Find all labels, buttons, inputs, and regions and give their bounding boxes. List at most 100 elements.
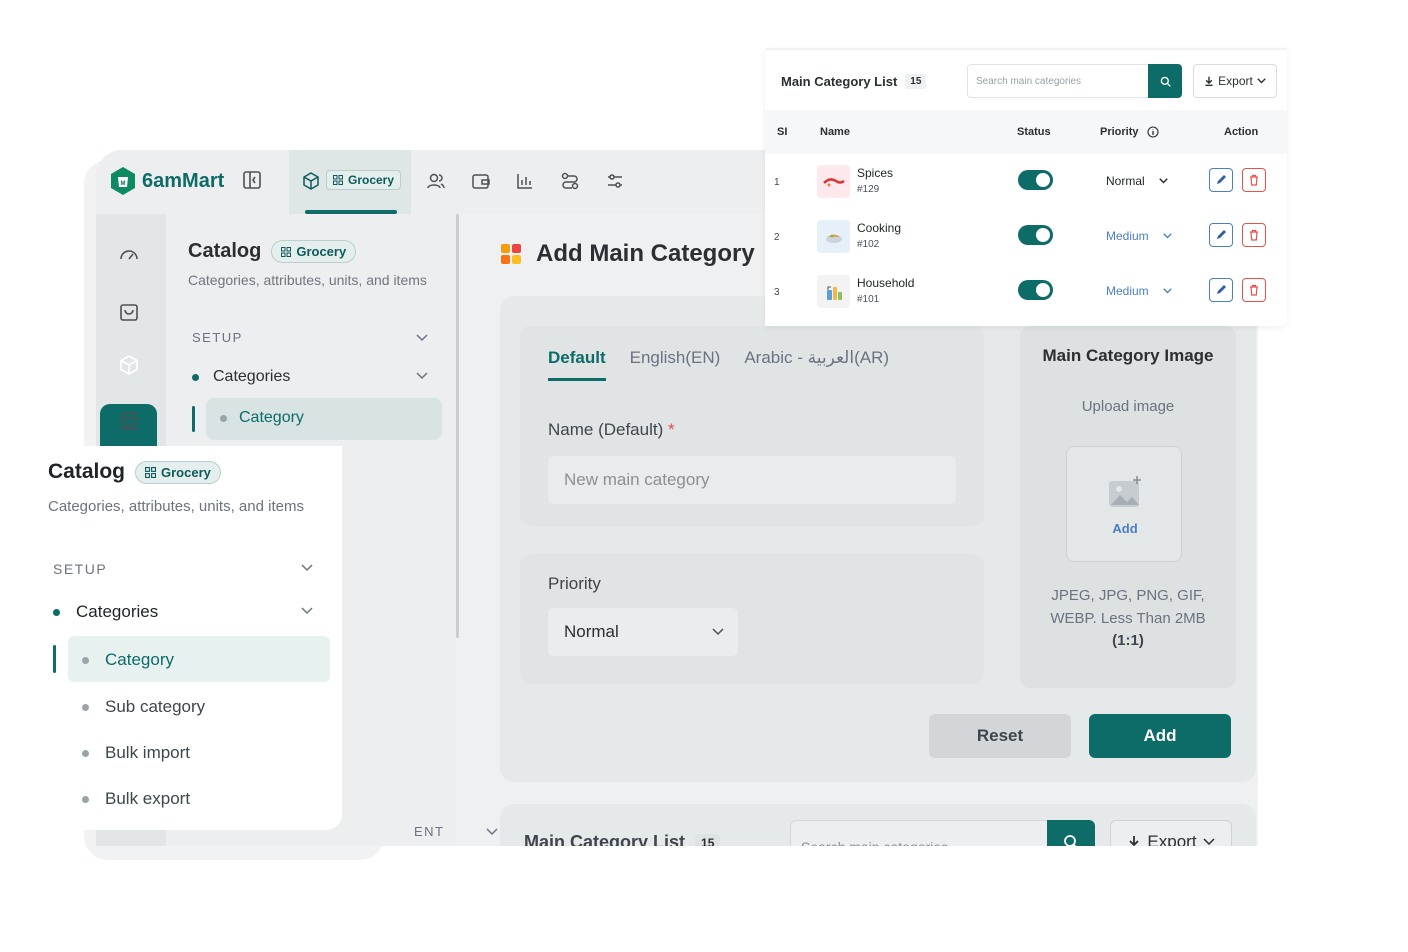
sidebar-scrollbar[interactable]	[456, 214, 459, 638]
active-indicator	[192, 406, 195, 432]
divider	[765, 48, 1287, 50]
name-input[interactable]	[548, 456, 956, 504]
name-label-text: Name (Default)	[548, 420, 664, 439]
bar-chart-icon[interactable]	[515, 171, 535, 191]
row-id: #101	[857, 294, 880, 305]
bullet-dot	[82, 795, 89, 803]
row-id: #102	[857, 239, 880, 250]
chevron-down-icon	[1257, 78, 1266, 84]
chevron-down-icon[interactable]	[416, 334, 428, 342]
fg-sidebar-item-label: Sub category	[105, 697, 206, 716]
module-chip[interactable]: Grocery	[326, 170, 402, 190]
sidebar-toggle-icon[interactable]	[242, 170, 262, 190]
status-toggle[interactable]	[1018, 170, 1053, 190]
image-upload-section: Main Category Image Upload image Add JPE…	[1020, 326, 1236, 688]
table-row: 1 Spices #129 Normal	[765, 155, 1287, 210]
svg-text:M: M	[121, 181, 126, 187]
chevron-down-icon	[1162, 233, 1172, 239]
bullet-dot	[53, 608, 60, 616]
edit-button[interactable]	[1209, 278, 1233, 302]
household-icon	[826, 286, 842, 300]
add-button[interactable]: Add	[1089, 714, 1231, 758]
fg-setup-section-label[interactable]: SETUP	[53, 561, 107, 577]
priority-dropdown[interactable]: Medium	[1106, 284, 1172, 298]
priority-select[interactable]: Normal	[548, 608, 738, 656]
tab-default[interactable]: Default	[548, 348, 606, 381]
image-upload-icon	[1109, 476, 1141, 507]
image-subtitle: Upload image	[1081, 398, 1175, 415]
status-toggle[interactable]	[1018, 225, 1053, 245]
row-name: Spices	[857, 166, 894, 180]
management-section-label[interactable]: ENT	[414, 824, 445, 839]
shopping-bag-icon[interactable]	[118, 300, 140, 322]
fg-sidebar-item-category[interactable]: Category	[82, 650, 174, 670]
fg-sidebar-item-bulk-import[interactable]: Bulk import	[82, 743, 190, 763]
fg-sidebar-group-categories[interactable]: Categories	[53, 602, 158, 622]
settings-sliders-icon[interactable]	[605, 171, 625, 191]
setup-section-label[interactable]: SETUP	[192, 330, 243, 345]
sidebar-chip-label: Grocery	[296, 244, 347, 259]
list-title-row: Main Category List 15	[524, 832, 721, 846]
store-icon[interactable]	[118, 410, 140, 432]
logo-icon: M	[111, 167, 135, 195]
priority-label: Priority	[548, 574, 601, 593]
delete-button[interactable]	[1242, 278, 1266, 302]
status-toggle[interactable]	[1018, 280, 1053, 300]
sidebar-title: Catalog	[188, 240, 262, 262]
delete-button[interactable]	[1242, 223, 1266, 247]
spices-icon	[822, 177, 845, 186]
wallet-icon[interactable]	[471, 171, 491, 191]
category-list-card-bg: Main Category List 15 Search main catego…	[500, 804, 1256, 846]
bullet-dot	[220, 414, 227, 422]
table-search-input[interactable]: Search main categories	[967, 64, 1149, 98]
edit-button[interactable]	[1209, 168, 1233, 192]
page-title: Add Main Category	[536, 240, 755, 267]
fg-sidebar-chip: Grocery	[135, 460, 221, 484]
active-indicator	[53, 645, 56, 673]
chevron-down-icon[interactable]	[416, 372, 428, 380]
priority-dropdown[interactable]: Medium	[1106, 229, 1172, 243]
logo-text: 6amMart	[142, 169, 225, 192]
priority-dropdown[interactable]: Normal	[1106, 174, 1168, 188]
fg-sidebar-item-bulk-export[interactable]: Bulk export	[82, 789, 190, 809]
priority-value: Normal	[1106, 174, 1145, 188]
upload-add-label: Add	[1112, 521, 1138, 536]
table-search-button[interactable]	[1148, 64, 1182, 98]
sidebar-chip: Grocery	[271, 240, 357, 263]
row-name: Household	[857, 276, 915, 290]
list-search-input[interactable]: Search main categories	[790, 820, 1048, 846]
delete-button[interactable]	[1242, 168, 1266, 192]
edit-button[interactable]	[1209, 223, 1233, 247]
chevron-down-icon	[1203, 838, 1215, 846]
fg-sidebar-item-sub-category[interactable]: Sub category	[82, 697, 205, 717]
info-icon[interactable]	[1146, 126, 1159, 138]
chevron-down-icon[interactable]	[301, 607, 313, 615]
fg-sidebar-item-label: Bulk export	[105, 789, 191, 808]
sidebar-group-categories[interactable]: Categories	[192, 368, 290, 386]
tab-arabic[interactable]: Arabic - العربية(AR)	[744, 348, 889, 381]
tab-english[interactable]: English(EN)	[630, 348, 721, 381]
priority-value: Medium	[1106, 229, 1149, 243]
table-export-button[interactable]: Export	[1193, 64, 1277, 98]
priority-select-value: Normal	[564, 622, 619, 641]
logo[interactable]: M 6amMart	[110, 166, 224, 196]
category-grid-icon	[501, 244, 521, 264]
list-export-button[interactable]: Export	[1110, 820, 1232, 846]
column-header-priority-label: Priority	[1100, 126, 1139, 138]
chevron-down-icon[interactable]	[301, 564, 313, 572]
users-icon[interactable]	[426, 171, 446, 191]
dashboard-icon[interactable]	[118, 244, 140, 266]
image-upload-box[interactable]: Add	[1066, 446, 1182, 562]
list-search-button[interactable]	[1047, 820, 1095, 846]
column-header-action: Action	[1224, 126, 1259, 138]
route-icon[interactable]	[560, 171, 580, 191]
image-title: Main Category Image	[1042, 346, 1214, 365]
column-header-priority: Priority	[1100, 126, 1159, 138]
sidebar-item-category-label: Category	[220, 409, 304, 427]
search-icon	[1160, 76, 1171, 87]
reset-button[interactable]: Reset	[929, 714, 1071, 758]
chevron-down-icon[interactable]	[486, 828, 498, 836]
priority-value: Medium	[1106, 284, 1149, 298]
category-list-zoom: Main Category List 15 Search main catego…	[765, 48, 1287, 326]
row-si: 2	[774, 232, 780, 243]
